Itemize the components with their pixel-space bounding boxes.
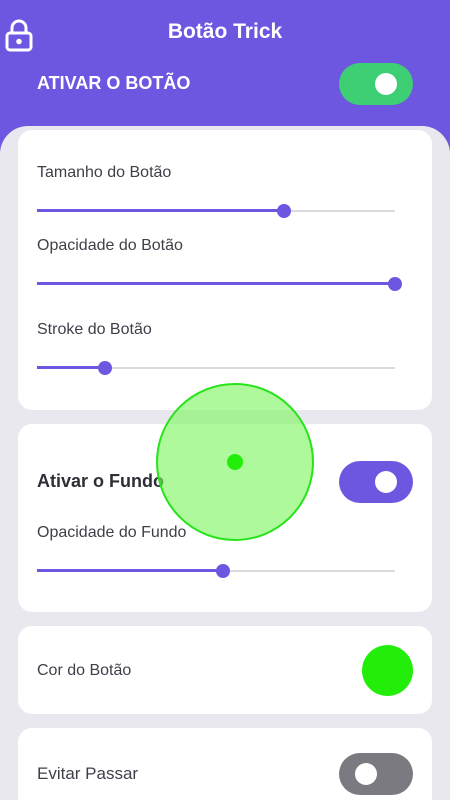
- button-color-label: Cor do Botão: [37, 662, 132, 679]
- toggle-knob: [375, 471, 397, 493]
- activate-background-toggle[interactable]: [339, 461, 413, 503]
- slider-thumb[interactable]: [388, 277, 402, 291]
- activate-button-label: ATIVAR O BOTÃO: [37, 73, 191, 93]
- background-opacity-label: Opacidade do Fundo: [37, 524, 187, 541]
- button-size-label: Tamanho do Botão: [37, 164, 172, 181]
- slider-thumb[interactable]: [216, 564, 231, 578]
- activate-background-label: Ativar o Fundo: [37, 471, 164, 491]
- floating-trick-button[interactable]: [156, 383, 314, 541]
- toggle-knob: [375, 73, 397, 95]
- button-size-slider[interactable]: [37, 201, 395, 221]
- button-color-swatch[interactable]: [362, 645, 413, 696]
- slider-thumb[interactable]: [277, 204, 292, 218]
- floating-button-center-dot: [227, 454, 243, 470]
- avoid-pass-toggle[interactable]: [339, 753, 413, 795]
- avoid-pass-label: Evitar Passar: [37, 764, 139, 783]
- button-opacity-slider[interactable]: [37, 274, 402, 294]
- toggle-knob: [355, 763, 377, 785]
- page-title: Botão Trick: [167, 20, 283, 43]
- background-opacity-slider[interactable]: [37, 561, 395, 581]
- button-opacity-label: Opacidade do Botão: [37, 237, 183, 254]
- button-stroke-label: Stroke do Botão: [37, 321, 152, 338]
- slider-thumb[interactable]: [98, 361, 113, 375]
- button-stroke-slider[interactable]: [37, 358, 395, 378]
- activate-button-toggle[interactable]: [339, 63, 413, 105]
